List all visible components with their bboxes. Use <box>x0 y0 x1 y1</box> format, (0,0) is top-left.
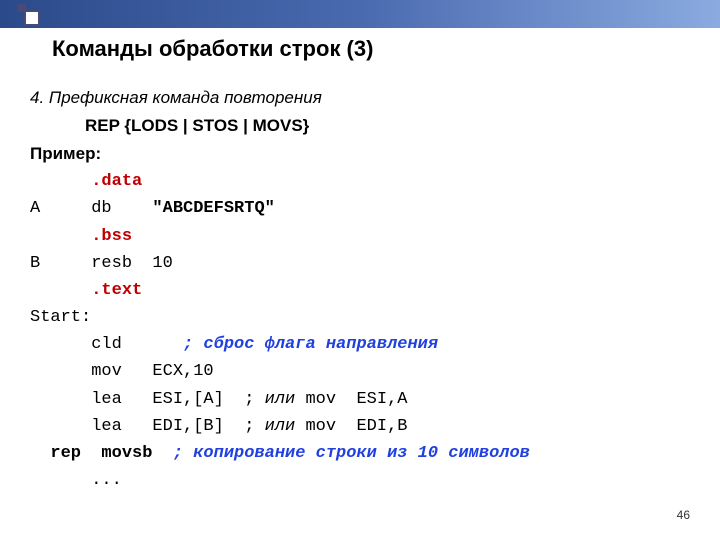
code-line: cld ; сброс флага направления <box>30 335 438 354</box>
code-line: B resb 10 <box>30 254 173 273</box>
code-directive-data: .data <box>30 172 142 191</box>
code-line: mov ECX,10 <box>30 362 214 381</box>
code-directive-text: .text <box>30 281 142 300</box>
example-label: Пример: <box>30 140 690 168</box>
code-line: ... <box>30 471 122 490</box>
header-bar <box>0 0 720 28</box>
code-line: A db "ABCDEFSRTQ" <box>30 199 275 218</box>
slide-content: 4. Префиксная команда повторения REP {LO… <box>0 62 720 494</box>
slide-number: 46 <box>677 508 690 522</box>
code-comment: ; сброс флага направления <box>183 335 438 354</box>
slide-title: Команды обработки строк (3) <box>52 36 720 62</box>
syntax-line: REP {LODS | STOS | MOVS} <box>30 112 690 140</box>
title-row: Команды обработки строк (3) <box>0 28 720 62</box>
code-directive-bss: .bss <box>30 227 132 246</box>
code-block: .data A db "ABCDEFSRTQ" .bss B resb 10 .… <box>30 168 690 494</box>
slide-bullet-icon <box>14 0 42 28</box>
code-label: Start: <box>30 308 91 327</box>
code-comment: ; копирование строки из 10 символов <box>173 444 530 463</box>
code-line: lea EDI,[B] ; или mov EDI,B <box>30 417 407 436</box>
intro-text: 4. Префиксная команда повторения <box>30 84 690 112</box>
code-line: rep movsb ; копирование строки из 10 сим… <box>30 444 530 463</box>
code-line: lea ESI,[A] ; или mov ESI,A <box>30 390 407 409</box>
